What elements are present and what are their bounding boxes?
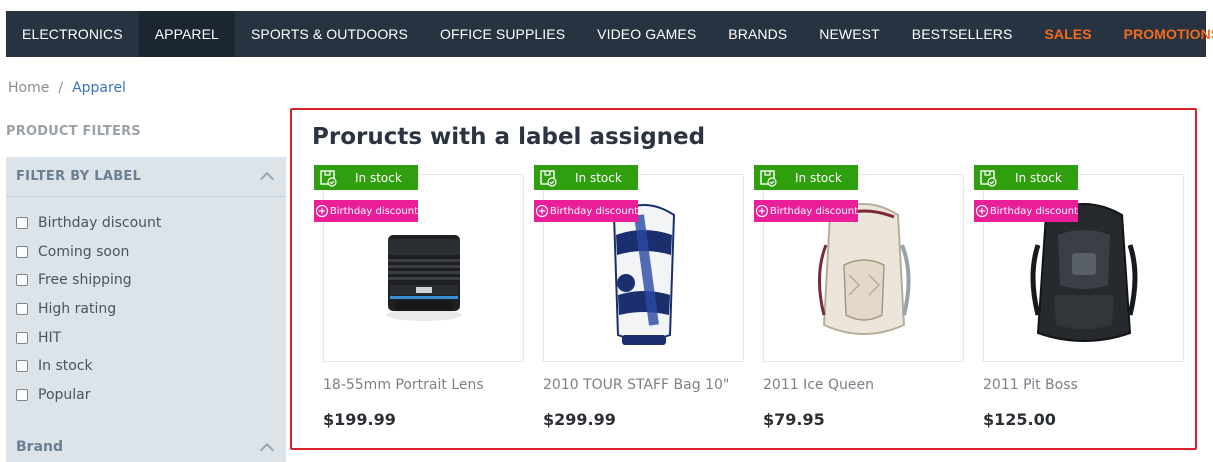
breadcrumb-separator: / bbox=[58, 80, 64, 96]
product-price: $299.99 bbox=[543, 410, 616, 429]
filter-option-label: HIT bbox=[38, 329, 62, 346]
filter-option-label: Birthday discount bbox=[38, 215, 162, 232]
checkbox[interactable] bbox=[16, 303, 28, 316]
birthday-discount-text: Birthday discount bbox=[549, 205, 638, 217]
label-filter-list: Birthday discount Coming soon Free shipp… bbox=[6, 197, 286, 409]
in-stock-text: In stock bbox=[355, 170, 402, 185]
gift-icon bbox=[755, 204, 770, 218]
product-price: $125.00 bbox=[983, 410, 1056, 429]
checkbox[interactable] bbox=[16, 331, 28, 344]
product-filters-title: PRODUCT FILTERS bbox=[6, 124, 141, 139]
nav-item-brands[interactable]: BRANDS bbox=[712, 11, 803, 57]
checkbox[interactable] bbox=[16, 388, 28, 401]
breadcrumb: Home / Apparel bbox=[8, 80, 126, 96]
brand-filter-header[interactable]: Brand bbox=[6, 432, 286, 462]
product-card[interactable]: In stock Birthday discount 2011 Ice Quee… bbox=[754, 165, 964, 445]
birthday-discount-text: Birthday discount bbox=[989, 205, 1078, 217]
gift-icon bbox=[315, 204, 330, 218]
nav-item-electronics[interactable]: ELECTRONICS bbox=[6, 11, 139, 57]
brand-filter-title: Brand bbox=[16, 439, 64, 455]
filter-option-coming-soon[interactable]: Coming soon bbox=[16, 238, 286, 267]
nav-item-sales[interactable]: SALES bbox=[1028, 11, 1107, 57]
breadcrumb-current[interactable]: Apparel bbox=[72, 80, 126, 96]
in-stock-badge: In stock bbox=[754, 165, 858, 190]
chevron-up-icon[interactable] bbox=[259, 442, 275, 457]
in-stock-text: In stock bbox=[575, 170, 622, 185]
checkbox[interactable] bbox=[16, 245, 28, 258]
checkbox[interactable] bbox=[16, 360, 28, 373]
gift-icon bbox=[975, 204, 990, 218]
filter-option-label: High rating bbox=[38, 301, 117, 318]
box-check-icon bbox=[977, 165, 999, 190]
filter-option-popular[interactable]: Popular bbox=[16, 381, 286, 410]
in-stock-badge: In stock bbox=[314, 165, 418, 190]
in-stock-badge: In stock bbox=[534, 165, 638, 190]
checkbox[interactable] bbox=[16, 217, 28, 230]
nav-item-office-supplies[interactable]: OFFICE SUPPLIES bbox=[424, 11, 581, 57]
birthday-discount-badge: Birthday discount bbox=[534, 200, 638, 222]
product-card[interactable]: In stock Birthday discount 2011 Pit Boss… bbox=[974, 165, 1184, 445]
product-name[interactable]: 18-55mm Portrait Lens bbox=[323, 377, 484, 393]
filter-option-in-stock[interactable]: In stock bbox=[16, 352, 286, 381]
nav-item-apparel[interactable]: APPAREL bbox=[138, 11, 235, 57]
birthday-discount-badge: Birthday discount bbox=[974, 200, 1078, 222]
product-card[interactable]: In stock Birthday discount 18-55mm Portr… bbox=[314, 165, 524, 445]
filter-option-free-shipping[interactable]: Free shipping bbox=[16, 266, 286, 295]
filter-option-high-rating[interactable]: High rating bbox=[16, 295, 286, 324]
nav-item-newest[interactable]: NEWEST bbox=[803, 11, 896, 57]
filter-option-hit[interactable]: HIT bbox=[16, 323, 286, 352]
section-title: Proructs with a label assigned bbox=[312, 124, 706, 150]
product-card[interactable]: In stock Birthday discount 2010 TOUR STA… bbox=[534, 165, 744, 445]
birthday-discount-text: Birthday discount bbox=[769, 205, 858, 217]
in-stock-text: In stock bbox=[795, 170, 842, 185]
filter-by-label-title: FILTER BY LABEL bbox=[16, 169, 142, 184]
nav-item-sports-outdoors[interactable]: SPORTS & OUTDOORS bbox=[235, 11, 424, 57]
nav-item-promotions[interactable]: PROMOTIONS bbox=[1108, 11, 1213, 57]
box-check-icon bbox=[317, 165, 339, 190]
filter-by-label-header[interactable]: FILTER BY LABEL bbox=[6, 157, 286, 197]
product-name[interactable]: 2011 Pit Boss bbox=[983, 377, 1078, 393]
gift-icon bbox=[535, 204, 550, 218]
filter-panel: FILTER BY LABEL Birthday discount Coming… bbox=[6, 157, 286, 462]
birthday-discount-badge: Birthday discount bbox=[754, 200, 858, 222]
nav-item-video-games[interactable]: VIDEO GAMES bbox=[581, 11, 712, 57]
filter-option-label: Popular bbox=[38, 386, 91, 403]
chevron-up-icon[interactable] bbox=[259, 171, 275, 187]
in-stock-text: In stock bbox=[1015, 170, 1062, 185]
birthday-discount-badge: Birthday discount bbox=[314, 200, 418, 222]
product-price: $79.95 bbox=[763, 410, 825, 429]
product-name[interactable]: 2011 Ice Queen bbox=[763, 377, 874, 393]
birthday-discount-text: Birthday discount bbox=[329, 205, 418, 217]
breadcrumb-home-link[interactable]: Home bbox=[8, 80, 49, 96]
filter-option-label: In stock bbox=[38, 358, 93, 375]
checkbox[interactable] bbox=[16, 274, 28, 287]
filter-option-birthday-discount[interactable]: Birthday discount bbox=[16, 209, 286, 238]
product-price: $199.99 bbox=[323, 410, 396, 429]
filter-option-label: Free shipping bbox=[38, 272, 132, 289]
filter-option-label: Coming soon bbox=[38, 243, 130, 260]
in-stock-badge: In stock bbox=[974, 165, 1078, 190]
box-check-icon bbox=[537, 165, 559, 190]
nav-item-bestsellers[interactable]: BESTSELLERS bbox=[896, 11, 1029, 57]
product-name[interactable]: 2010 TOUR STAFF Bag 10" bbox=[543, 377, 729, 393]
main-navigation: ELECTRONICS APPAREL SPORTS & OUTDOORS OF… bbox=[6, 11, 1213, 57]
box-check-icon bbox=[757, 165, 779, 190]
